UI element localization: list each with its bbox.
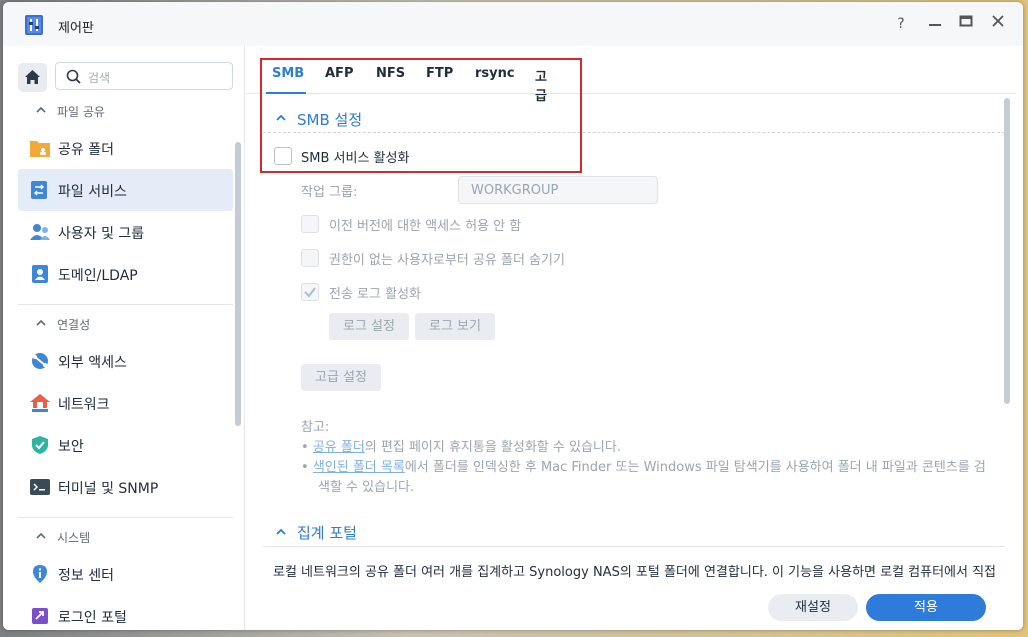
transfer-log-label: 전송 로그 활성화 (329, 287, 421, 302)
note-item-2: • 색인된 폴더 목록에서 폴더를 인덱싱한 후 Mac Finder 또는 W… (301, 456, 986, 475)
section-header-connectivity[interactable]: 연결성 (3, 309, 233, 339)
sidebar-item-label: 사용자 및 그룹 (58, 226, 145, 242)
sidebar: 검색 파일 공유 공유 폴더 파일 서비스 사용자 및 그룹 도메인/LDAP … (3, 46, 245, 630)
sidebar-item-domain-ldap[interactable]: 도메인/LDAP (18, 253, 233, 295)
domain-icon (32, 265, 48, 283)
footer: 재설정 적용 (246, 582, 1023, 630)
disallow-previous-version-checkbox[interactable] (301, 215, 319, 233)
sidebar-item-users-groups[interactable]: 사용자 및 그룹 (18, 211, 233, 253)
sidebar-item-label: 네트워크 (58, 397, 110, 413)
note-text-cont: 색할 수 있습니다. (318, 480, 415, 495)
sidebar-item-label: 로그인 포털 (58, 610, 127, 626)
close-icon (992, 15, 1004, 27)
terminal-icon (30, 479, 50, 495)
sidebar-item-external-access[interactable]: 외부 액세스 (18, 340, 233, 382)
disallow-previous-version-label: 이전 버전에 대한 액세스 허용 안 함 (329, 219, 522, 234)
sidebar-item-shared-folder[interactable]: 공유 폴더 (18, 127, 233, 169)
transfer-log-checkbox[interactable] (301, 283, 319, 301)
sidebar-item-security[interactable]: 보안 (18, 424, 233, 466)
network-icon (30, 394, 50, 412)
file-services-icon (31, 181, 47, 199)
close-button[interactable] (987, 13, 1009, 35)
note-text: 에서 폴더를 인덱싱한 후 Mac Finder 또는 Windows 파일 탐… (404, 460, 986, 475)
title-bar: 제어판 ? (3, 2, 1023, 46)
shield-icon (32, 436, 48, 454)
note-title: 참고: (301, 420, 330, 435)
search-box[interactable]: 검색 (55, 62, 233, 90)
maximize-icon (959, 15, 973, 27)
chevron-up-icon (36, 319, 46, 326)
sidebar-scrollbar[interactable] (235, 142, 241, 426)
search-input[interactable]: 검색 (88, 69, 110, 86)
sidebar-item-file-services[interactable]: 파일 서비스 (18, 169, 233, 211)
folder-icon (30, 141, 50, 157)
sidebar-item-label: 정보 센터 (58, 568, 114, 584)
main-scrollbar[interactable] (1004, 98, 1010, 404)
checkmark-icon (304, 287, 316, 298)
sidebar-item-label: 외부 액세스 (58, 355, 127, 371)
home-icon (25, 70, 40, 84)
workgroup-field[interactable]: WORKGROUP (458, 176, 658, 204)
section-label: 연결성 (57, 318, 91, 332)
divider (18, 517, 233, 518)
login-portal-icon (32, 608, 48, 624)
note-text: 의 편집 페이지 휴지통을 활성화할 수 있습니다. (364, 440, 621, 455)
aggregation-section-title[interactable]: 집계 포털 (297, 522, 357, 543)
aggregation-description: 로컬 네트워크의 공유 폴더 여러 개를 집계하고 Synology NAS의 … (273, 565, 997, 580)
home-button[interactable] (18, 63, 47, 92)
external-access-icon (32, 353, 48, 369)
sidebar-item-login-portal[interactable]: 로그인 포털 (18, 595, 233, 630)
apply-button[interactable]: 적용 (866, 594, 986, 621)
users-icon (30, 224, 50, 240)
sidebar-item-info-center[interactable]: 정보 센터 (18, 553, 233, 595)
chevron-up-icon[interactable] (275, 527, 287, 537)
highlight-box (260, 58, 582, 173)
section-label: 시스템 (57, 531, 91, 545)
help-button[interactable]: ? (890, 13, 912, 35)
log-view-button[interactable]: 로그 보기 (415, 313, 495, 340)
section-label: 파일 공유 (57, 105, 105, 119)
sidebar-item-label: 공유 폴더 (58, 142, 114, 158)
sidebar-item-terminal-snmp[interactable]: 터미널 및 SNMP (18, 466, 233, 508)
sidebar-item-network[interactable]: 네트워크 (18, 382, 233, 424)
bullet: • (301, 440, 313, 455)
window-title: 제어판 (58, 21, 94, 36)
workgroup-label: 작업 그룹: (301, 185, 358, 200)
advanced-settings-button[interactable]: 고급 설정 (301, 364, 381, 391)
note-item-1: • 공유 폴더의 편집 페이지 휴지통을 활성화할 수 있습니다. (301, 436, 621, 455)
section-header-system[interactable]: 시스템 (3, 522, 233, 552)
sidebar-item-label: 파일 서비스 (58, 184, 127, 200)
search-icon (66, 69, 81, 84)
chevron-up-icon (36, 106, 46, 113)
control-panel-icon (25, 15, 43, 35)
chevron-up-icon (36, 532, 46, 539)
hide-shared-folders-checkbox[interactable] (301, 249, 319, 267)
log-settings-button[interactable]: 로그 설정 (329, 313, 409, 340)
control-panel-window: 제어판 ? 검색 파일 공유 공유 폴더 파일 서비스 사용자 및 그룹 도메인… (3, 2, 1023, 630)
hide-shared-folders-label: 권한이 없는 사용자로부터 공유 폴더 숨기기 (329, 253, 565, 268)
info-icon (33, 565, 47, 583)
maximize-button[interactable] (955, 13, 977, 35)
reset-button[interactable]: 재설정 (768, 594, 858, 621)
main-panel: SMB AFP NFS FTP rsync 고급 SMB 설정 SMB 서비스 … (246, 46, 1023, 630)
sidebar-item-label: 보안 (58, 439, 84, 455)
bullet: • (301, 460, 313, 475)
divider (18, 304, 233, 305)
sidebar-item-label: 터미널 및 SNMP (58, 481, 159, 497)
shared-folder-link[interactable]: 공유 폴더 (313, 440, 365, 455)
sidebar-item-label: 도메인/LDAP (58, 268, 138, 284)
indexed-folder-link[interactable]: 색인된 폴더 목록 (313, 460, 405, 475)
minimize-icon (929, 24, 941, 26)
section-header-file-sharing[interactable]: 파일 공유 (3, 96, 233, 126)
section-divider (263, 546, 1005, 547)
minimize-button[interactable] (924, 13, 946, 35)
